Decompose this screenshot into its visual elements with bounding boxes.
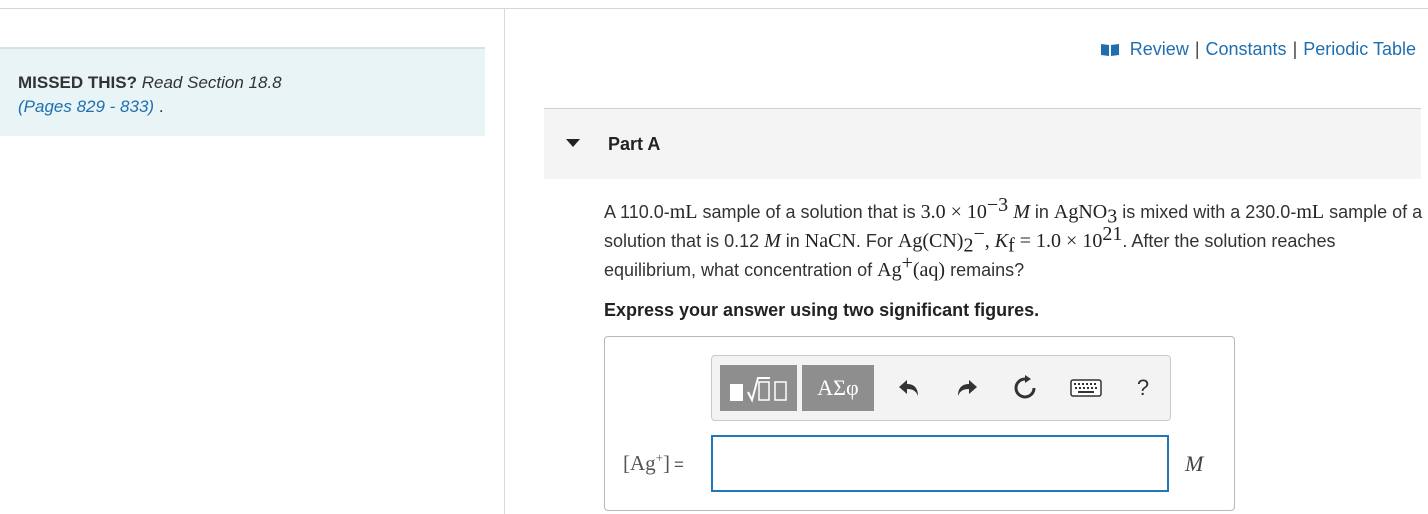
answer-input[interactable] bbox=[711, 435, 1169, 492]
answer-unit: M bbox=[1185, 451, 1204, 476]
resource-links: Review | Constants | Periodic Table bbox=[1100, 39, 1416, 60]
redo-icon[interactable] bbox=[952, 373, 982, 403]
periodic-table-link[interactable]: Periodic Table bbox=[1303, 39, 1416, 60]
hint-trailing: . bbox=[154, 97, 164, 116]
answer-label: [Ag+] = bbox=[623, 450, 684, 475]
help-button[interactable]: ? bbox=[1128, 373, 1158, 403]
greek-symbols-button[interactable]: ΑΣφ bbox=[802, 365, 874, 411]
templates-button[interactable] bbox=[720, 365, 797, 411]
column-divider bbox=[504, 9, 505, 514]
answer-instruction: Express your answer using two significan… bbox=[604, 300, 1040, 320]
book-icon bbox=[1100, 43, 1119, 56]
link-separator: | bbox=[1194, 39, 1200, 59]
collapse-caret-icon[interactable] bbox=[566, 139, 580, 147]
keyboard-icon[interactable] bbox=[1068, 373, 1104, 403]
missed-this-hint: MISSED THIS? Read Section 18.8 (Pages 82… bbox=[0, 47, 485, 136]
review-link[interactable]: Review bbox=[1130, 39, 1189, 60]
hint-text: MISSED THIS? Read Section 18.8 (Pages 82… bbox=[18, 71, 282, 119]
part-a-header[interactable]: Part A bbox=[544, 109, 1421, 179]
pages-link[interactable]: (Pages 829 - 833) bbox=[18, 97, 154, 116]
answer-panel: ΑΣφ ? [Ag+] = M bbox=[604, 336, 1235, 511]
math-toolbar: ΑΣφ ? bbox=[711, 355, 1171, 421]
constants-link[interactable]: Constants bbox=[1206, 39, 1287, 60]
read-section-text: Read Section 18.8 bbox=[141, 73, 282, 92]
undo-icon[interactable] bbox=[894, 373, 924, 403]
part-title: Part A bbox=[608, 134, 661, 154]
question-text: A 110.0-mL sample of a solution that is … bbox=[604, 194, 1423, 281]
templates-icon bbox=[729, 377, 787, 403]
link-separator: | bbox=[1292, 39, 1298, 59]
reset-icon[interactable] bbox=[1010, 373, 1040, 403]
missed-this-label: MISSED THIS? bbox=[18, 73, 138, 92]
